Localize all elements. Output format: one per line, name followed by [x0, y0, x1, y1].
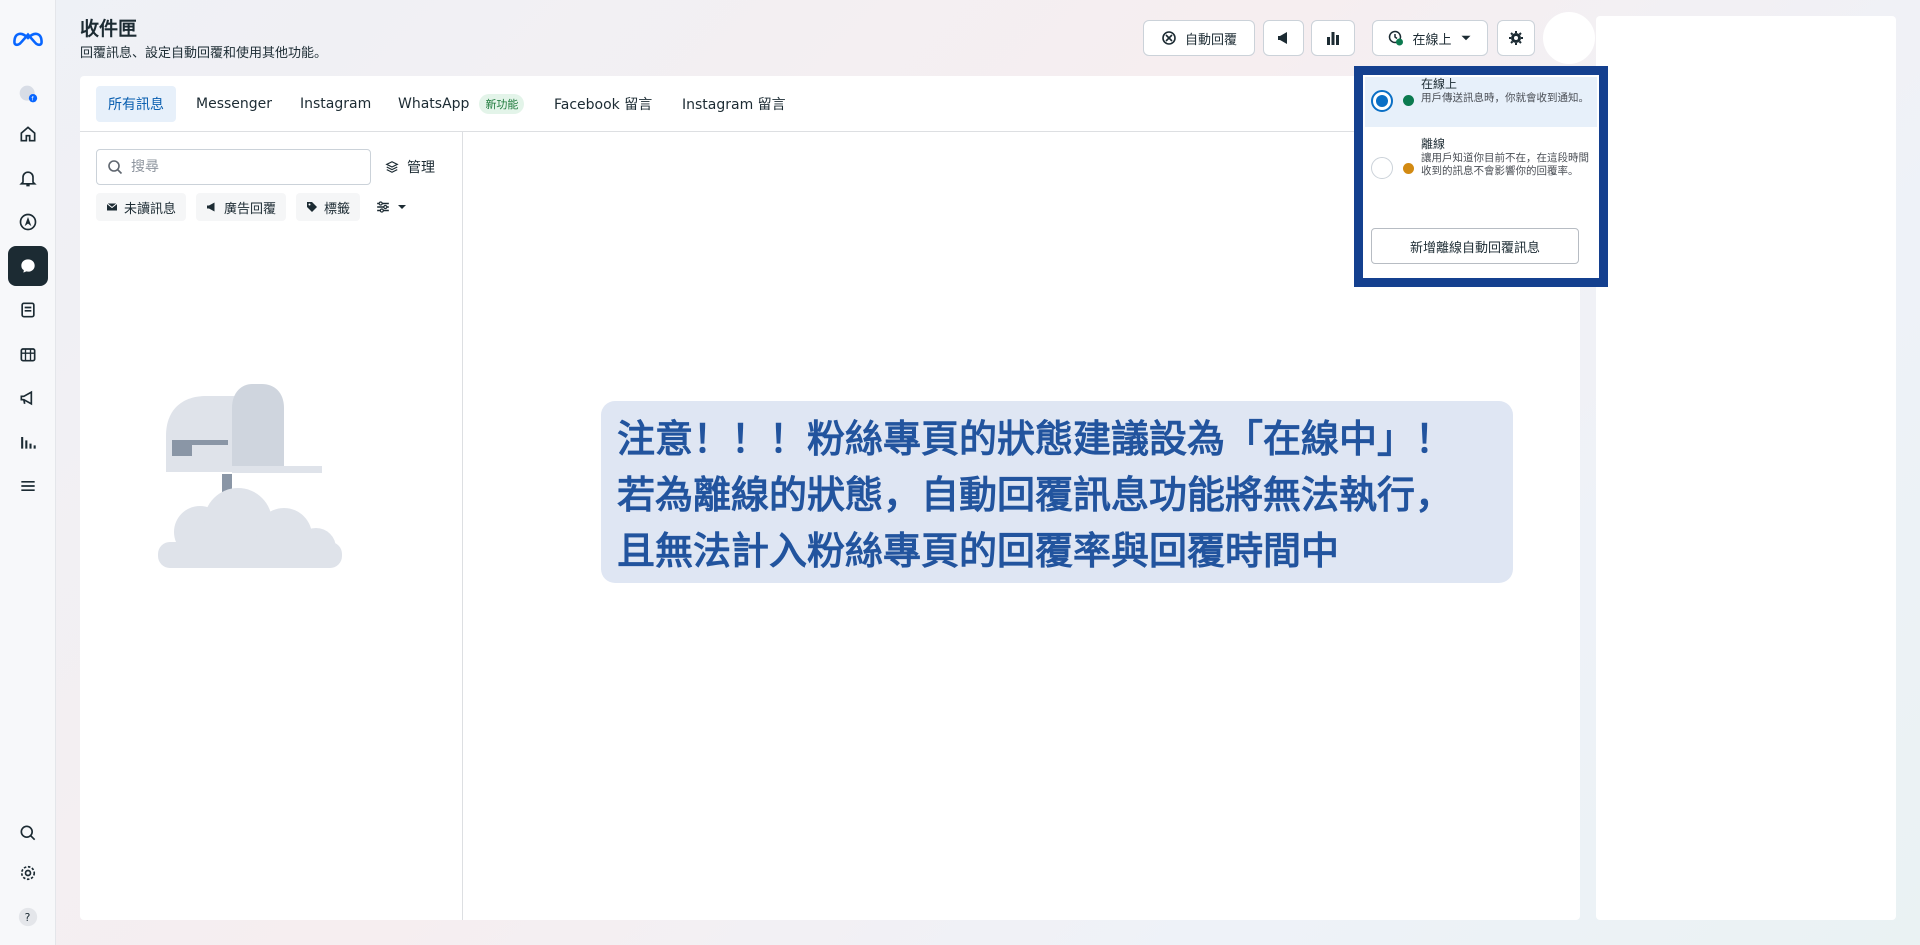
all-tools-menu-icon[interactable] [8, 466, 48, 506]
empty-mailbox-illustration [158, 384, 342, 568]
tag-icon [307, 202, 317, 212]
home-icon[interactable] [8, 114, 48, 154]
status-dropdown-menu: 在線上 用戶傳送訊息時，你就會收到通知。 離線 讓用戶知道你目前不在，在這段時間… [1354, 66, 1608, 287]
sliders-icon [377, 201, 389, 213]
filter-labels[interactable]: 標籤 [296, 193, 361, 221]
filter-options-dropdown[interactable] [366, 193, 418, 221]
page-profile-icon[interactable]: f [8, 74, 48, 114]
insights-button[interactable] [1311, 20, 1355, 56]
clock-status-icon [1389, 30, 1404, 46]
online-radio[interactable] [1371, 90, 1393, 112]
notice-line-2: 若為離線的狀態，自動回覆訊息功能將無法執行， [617, 473, 1454, 517]
ads-button[interactable] [1263, 20, 1304, 56]
megaphone-icon [207, 202, 215, 212]
caret-down-icon [1461, 35, 1470, 41]
status-label: 在線上 [1412, 32, 1452, 48]
notice-line-1: 注意！！！粉絲專頁的狀態建議設為「在線中」！ [617, 417, 1454, 461]
notifications-bell-icon[interactable] [8, 158, 48, 198]
settings-button[interactable] [1497, 20, 1535, 56]
page-title: 收件匣 [80, 18, 138, 40]
away-option-desc: 讓用戶知道你目前不在，在這段時間收到的訊息不會影響你的回覆率。 [1421, 152, 1589, 177]
auto-reply-button[interactable]: 自動回覆 [1143, 20, 1255, 56]
left-navigation-rail: f ? [0, 0, 56, 945]
layers-icon [385, 161, 399, 173]
status-option-away[interactable]: 離線 讓用戶知道你目前不在，在這段時間收到的訊息不會影響你的回覆率。 [1365, 137, 1597, 201]
away-radio[interactable] [1371, 157, 1393, 179]
new-feature-badge: 新功能 [479, 94, 525, 114]
ads-megaphone-icon[interactable] [8, 378, 48, 418]
online-option-desc: 用戶傳送訊息時，你就會收到通知。 [1421, 92, 1589, 104]
search-input[interactable] [131, 159, 351, 175]
settings-gear-icon[interactable] [8, 853, 48, 893]
status-option-online[interactable]: 在線上 用戶傳送訊息時，你就會收到通知。 [1365, 77, 1597, 127]
auto-reply-icon [1162, 31, 1176, 45]
page-subtitle: 回覆訊息、設定自動回覆和使用其他功能。 [80, 46, 328, 61]
filter-unread[interactable]: 未讀訊息 [96, 193, 187, 221]
search-icon [108, 160, 123, 175]
calendar-planner-icon[interactable] [8, 334, 48, 374]
status-warning-annotation: 注意！！！粉絲專頁的狀態建議設為「在線中」！ 若為離線的狀態，自動回覆訊息功能將… [601, 401, 1513, 583]
right-side-panel [1596, 16, 1896, 920]
gear-icon [1509, 31, 1523, 45]
auto-reply-label: 自動回覆 [1184, 32, 1237, 48]
insights-bars-icon[interactable] [8, 422, 48, 462]
tab-facebook-comments[interactable]: Facebook 留言 [542, 86, 664, 122]
online-status-dot-icon [1403, 95, 1414, 106]
compass-icon[interactable] [8, 202, 48, 242]
bar-chart-icon [1327, 32, 1339, 45]
svg-text:?: ? [25, 911, 31, 924]
search-icon[interactable] [8, 813, 48, 853]
content-library-icon[interactable] [8, 290, 48, 330]
availability-status-button[interactable]: 在線上 [1372, 20, 1488, 56]
tab-instagram[interactable]: Instagram [288, 86, 383, 122]
inbox-chat-icon[interactable] [8, 246, 48, 286]
tab-instagram-comments[interactable]: Instagram 留言 [670, 86, 798, 122]
avatar[interactable] [1543, 12, 1595, 64]
search-field[interactable] [96, 149, 371, 185]
help-icon[interactable]: ? [8, 897, 48, 937]
away-option-title: 離線 [1421, 137, 1446, 151]
megaphone-icon [1277, 32, 1287, 44]
notice-line-3: 且無法計入粉絲專頁的回覆率與回覆時間中 [617, 529, 1340, 573]
caret-down-icon [398, 205, 406, 209]
tab-whatsapp[interactable]: WhatsApp 新功能 [386, 86, 536, 122]
meta-logo-icon[interactable] [8, 18, 48, 58]
envelope-icon [106, 203, 118, 211]
online-option-title: 在線上 [1421, 77, 1458, 91]
filter-ad-replies[interactable]: 廣告回覆 [196, 193, 287, 221]
conversation-list-pane: 管理 未讀訊息 廣告回覆 標籤 [80, 132, 463, 920]
tab-messenger[interactable]: Messenger [184, 86, 284, 122]
manage-button[interactable]: 管理 [385, 149, 435, 185]
add-away-auto-reply-button[interactable]: 新增離線自動回覆訊息 [1371, 228, 1579, 264]
tab-all-messages[interactable]: 所有訊息 [96, 86, 176, 122]
manage-label: 管理 [407, 160, 435, 176]
away-status-dot-icon [1403, 163, 1414, 174]
